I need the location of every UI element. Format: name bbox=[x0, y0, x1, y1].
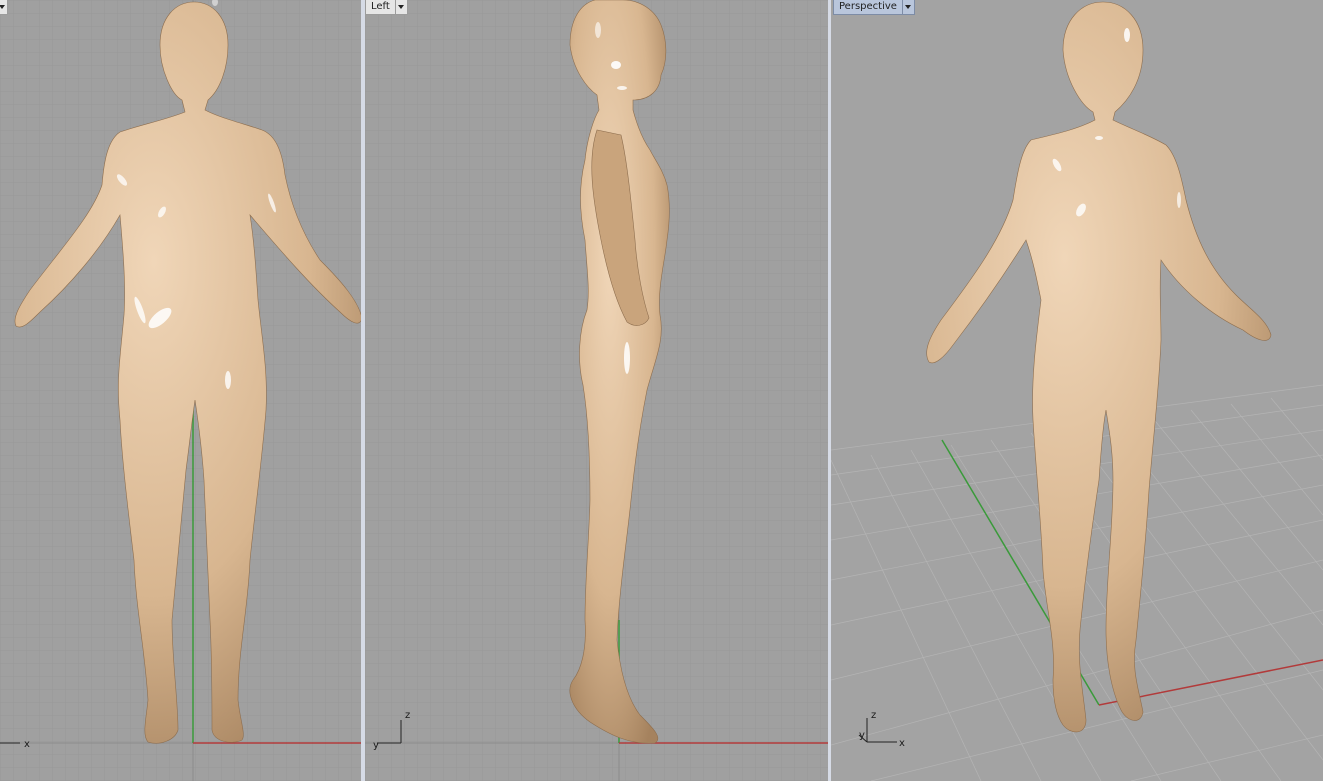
perspective-viewport[interactable]: z x y Perspective bbox=[831, 0, 1323, 781]
viewport-menu-button[interactable] bbox=[0, 0, 8, 15]
perspective-canvas[interactable]: z x y bbox=[831, 0, 1323, 781]
axis-label-z: z bbox=[405, 710, 410, 721]
chevron-down-icon bbox=[905, 5, 912, 9]
axis-label-x: x bbox=[899, 738, 905, 749]
chevron-down-icon bbox=[0, 5, 5, 9]
left-canvas[interactable]: z y bbox=[365, 0, 828, 781]
axis-label-x: x bbox=[24, 739, 30, 750]
chevron-down-icon bbox=[398, 5, 405, 9]
axis-label-y: y bbox=[373, 740, 379, 751]
front-viewport-tab[interactable] bbox=[0, 0, 8, 15]
left-viewport[interactable]: z y Left bbox=[365, 0, 828, 781]
axis-label-y: y bbox=[859, 730, 865, 741]
viewport-title[interactable]: Perspective bbox=[833, 0, 903, 15]
viewport-menu-button[interactable] bbox=[395, 0, 408, 15]
perspective-viewport-tab[interactable]: Perspective bbox=[833, 0, 915, 15]
viewport-menu-button[interactable] bbox=[902, 0, 915, 15]
axis-label-z: z bbox=[871, 710, 876, 721]
viewport-title[interactable]: Left bbox=[365, 0, 396, 15]
front-canvas[interactable]: x bbox=[0, 0, 361, 781]
front-viewport[interactable]: x bbox=[0, 0, 361, 781]
left-viewport-tab[interactable]: Left bbox=[365, 0, 408, 15]
